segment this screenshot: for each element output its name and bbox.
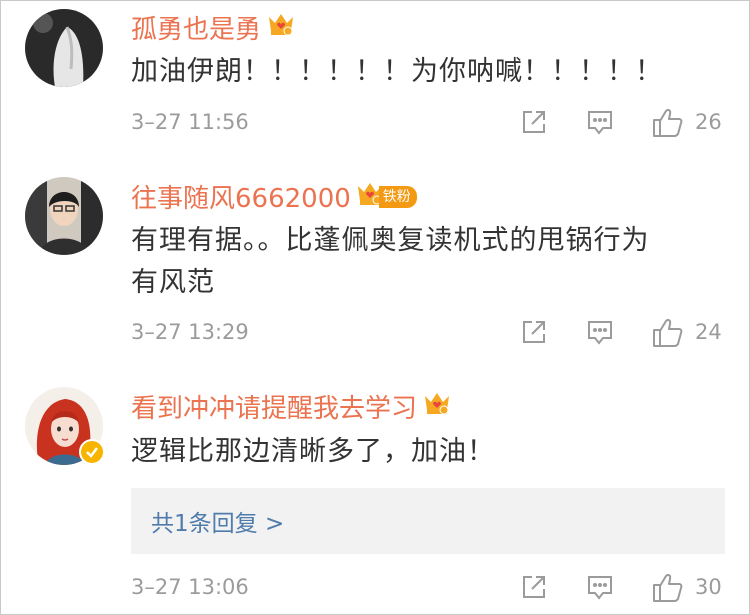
username[interactable]: 看到冲冲请提醒我去学习 bbox=[131, 388, 451, 425]
comment-icon[interactable] bbox=[585, 572, 615, 606]
timestamp: 3–27 13:06 bbox=[131, 575, 249, 599]
avatar[interactable] bbox=[25, 177, 103, 255]
timestamp: 3–27 11:56 bbox=[131, 110, 249, 134]
comment-text: 逻辑比那边清晰多了，加油！ bbox=[131, 431, 731, 473]
comment-meta: 3–27 13:06 30 bbox=[131, 570, 731, 606]
username-text[interactable]: 往事随风6662000 bbox=[131, 178, 351, 215]
like-count: 24 bbox=[695, 320, 722, 344]
comment-line: 有风范 bbox=[131, 267, 215, 298]
username[interactable]: 孤勇也是勇 bbox=[131, 9, 295, 46]
username[interactable]: 往事随风6662000 铁粉 bbox=[131, 178, 417, 215]
share-icon[interactable] bbox=[519, 317, 549, 351]
like-count: 26 bbox=[695, 110, 722, 134]
view-replies-link[interactable]: 共1条回复 > bbox=[151, 504, 284, 538]
comment-line: 逻辑比那边清晰多了，加油！ bbox=[131, 436, 495, 467]
like-icon[interactable] bbox=[651, 317, 685, 353]
vip-crown-icon bbox=[267, 11, 295, 44]
share-icon[interactable] bbox=[519, 572, 549, 606]
comment-meta: 3–27 11:56 26 bbox=[131, 105, 731, 141]
like-count: 30 bbox=[695, 575, 722, 599]
username-text[interactable]: 孤勇也是勇 bbox=[131, 9, 261, 46]
comment-icon[interactable] bbox=[585, 107, 615, 141]
comment-text: 加油伊朗！！！！！！为你呐喊！！！！！ bbox=[131, 51, 731, 93]
comment-meta: 3–27 13:29 24 bbox=[131, 315, 731, 351]
fan-badge: 铁粉 bbox=[355, 179, 417, 214]
comment-icon[interactable] bbox=[585, 317, 615, 351]
username-text[interactable]: 看到冲冲请提醒我去学习 bbox=[131, 388, 417, 425]
avatar[interactable] bbox=[25, 9, 103, 87]
comment-line: 有理有据。。比蓬佩奥复读机式的甩锅行为 bbox=[131, 225, 650, 256]
fan-badge-label: 铁粉 bbox=[378, 185, 417, 208]
share-icon[interactable] bbox=[519, 107, 549, 141]
timestamp: 3–27 13:29 bbox=[131, 320, 249, 344]
reply-summary-box[interactable]: 共1条回复 > bbox=[131, 488, 725, 554]
vip-crown-icon bbox=[423, 390, 451, 423]
comment-line: 加油伊朗！！！！！！为你呐喊！！！！！ bbox=[131, 56, 663, 87]
like-icon[interactable] bbox=[651, 572, 685, 608]
comment-text: 有理有据。。比蓬佩奥复读机式的甩锅行为 有风范 bbox=[131, 220, 731, 304]
like-icon[interactable] bbox=[651, 107, 685, 143]
verified-badge-icon bbox=[79, 439, 105, 465]
